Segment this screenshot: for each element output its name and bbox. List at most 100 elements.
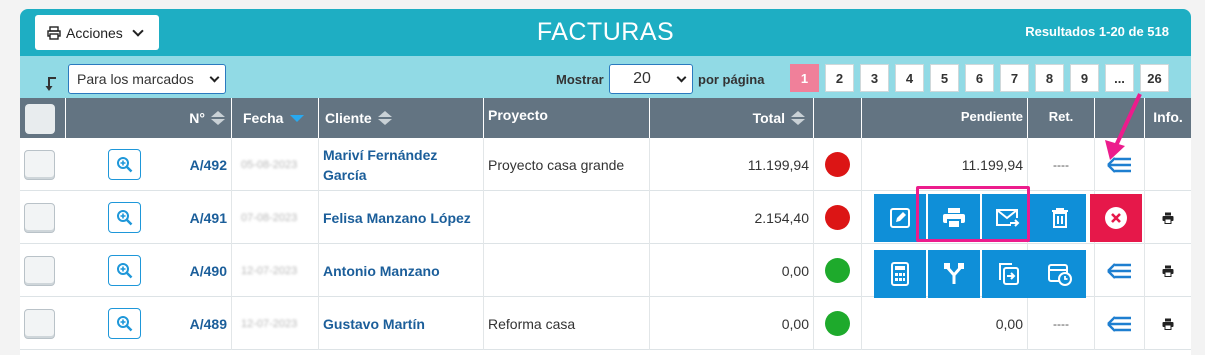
number-cell: A/489 <box>150 297 232 350</box>
info-cell <box>1145 138 1191 191</box>
pending-value: 11.199,94 <box>961 156 1023 173</box>
th-project[interactable]: Proyecto <box>484 98 650 138</box>
total-value: 0,00 <box>781 315 809 332</box>
page-3[interactable]: 3 <box>860 64 889 92</box>
list-arrow-icon[interactable] <box>1106 261 1133 281</box>
printer-icon[interactable] <box>1162 318 1174 330</box>
page-4[interactable]: 4 <box>895 64 924 92</box>
page-6[interactable]: 6 <box>965 64 994 92</box>
row-checkbox[interactable] <box>24 255 55 286</box>
invoice-date: 12-07-2023 <box>241 264 298 277</box>
bulk-action-select[interactable]: Para los marcados <box>68 64 226 94</box>
row-checkbox[interactable] <box>24 202 55 233</box>
per-page-select[interactable]: 20 <box>609 64 693 94</box>
zoom-in-icon <box>117 210 133 226</box>
bend-arrow-icon <box>45 77 56 91</box>
total-cell: 2.154,40 <box>650 191 814 244</box>
project-name: Proyecto casa grande <box>488 156 625 173</box>
bulk-action-value: Para los marcados <box>77 71 194 87</box>
total-value: 0,00 <box>781 262 809 279</box>
fork-button[interactable] <box>928 250 980 298</box>
page-8[interactable]: 8 <box>1035 64 1064 92</box>
ret-cell: ---- <box>1028 297 1095 350</box>
zoom-in-button[interactable] <box>108 255 141 286</box>
invoice-date: 05-08-2023 <box>241 158 298 171</box>
per-page-label: por página <box>698 72 765 87</box>
page-9[interactable]: 9 <box>1070 64 1099 92</box>
th-date-label: Fecha <box>243 110 284 126</box>
page-7[interactable]: 7 <box>1000 64 1029 92</box>
th-ret-label: Ret. <box>1048 109 1074 124</box>
schedule-button[interactable] <box>1034 250 1086 298</box>
total-cell: 0,00 <box>650 244 814 297</box>
total-value: 11.199,94 <box>747 156 809 173</box>
calculator-icon <box>891 262 909 286</box>
pointer-arrow-icon <box>1105 93 1142 160</box>
page-2[interactable]: 2 <box>825 64 854 92</box>
select-cell <box>20 244 66 297</box>
delete-button[interactable] <box>1034 194 1086 242</box>
zoom-in-button[interactable] <box>108 308 141 339</box>
th-ret[interactable]: Ret. <box>1028 98 1095 138</box>
invoice-number-link[interactable]: A/491 <box>190 210 227 226</box>
row-checkbox[interactable] <box>24 149 55 180</box>
project-cell: Proyecto casa grande <box>484 138 650 191</box>
select-cell <box>20 138 66 191</box>
pending-value: 0,00 <box>995 315 1023 332</box>
select-all-checkbox[interactable] <box>25 104 55 134</box>
copy-export-button[interactable] <box>982 250 1034 298</box>
project-cell <box>484 191 650 244</box>
th-client[interactable]: Cliente <box>319 98 484 138</box>
status-cell <box>814 297 862 350</box>
page-last[interactable]: 26 <box>1140 64 1169 92</box>
client-cell: Mariví Fernández García <box>319 138 484 191</box>
zoom-in-button[interactable] <box>108 202 141 233</box>
list-arrow-icon[interactable] <box>1106 314 1133 334</box>
actions-toggle-cell <box>1095 244 1145 297</box>
status-dot <box>825 311 850 336</box>
client-link[interactable]: Gustavo Martín <box>323 314 425 334</box>
invoice-number-link[interactable]: A/489 <box>190 316 227 332</box>
client-cell: Gustavo Martín <box>319 297 484 350</box>
project-cell <box>484 244 650 297</box>
schedule-icon <box>1048 264 1072 286</box>
th-total[interactable]: Total <box>650 98 814 138</box>
date-cell: 12-07-2023 <box>232 244 319 297</box>
page-title: FACTURAS <box>536 18 675 46</box>
close-circle-icon <box>1105 207 1127 229</box>
client-link[interactable]: Antonio Manzano <box>323 261 440 281</box>
pending-cell: 0,00 <box>862 297 1028 350</box>
row-checkbox[interactable] <box>24 308 55 339</box>
th-date[interactable]: Fecha <box>232 98 319 138</box>
invoice-date: 12-07-2023 <box>241 317 298 330</box>
client-cell: Felisa Manzano López <box>319 191 484 244</box>
status-cell <box>814 138 862 191</box>
table-header: N° Fecha Cliente Proyecto Total Pendient… <box>20 98 1191 138</box>
number-cell: A/492 <box>150 138 232 191</box>
zoom-in-button[interactable] <box>108 149 141 180</box>
table-row[interactable]: A/489 12-07-2023 Gustavo Martín Reforma … <box>20 297 1191 350</box>
page-ellipsis[interactable]: ... <box>1105 64 1134 92</box>
calculator-button[interactable] <box>874 250 926 298</box>
page-1[interactable]: 1 <box>790 64 819 92</box>
th-number[interactable]: N° <box>66 98 232 138</box>
printer-icon[interactable] <box>1162 265 1174 277</box>
actions-toggle-cell <box>1095 297 1145 350</box>
project-name: Reforma casa <box>488 315 576 332</box>
th-pending[interactable]: Pendiente <box>862 98 1028 138</box>
th-info[interactable]: Info. <box>1145 98 1191 138</box>
edit-icon <box>890 208 910 228</box>
invoice-number-link[interactable]: A/492 <box>190 157 227 173</box>
page-5[interactable]: 5 <box>930 64 959 92</box>
client-link[interactable]: Mariví Fernández García <box>323 145 483 185</box>
status-dot <box>825 152 850 177</box>
ret-cell: ---- <box>1028 138 1095 191</box>
client-link[interactable]: Felisa Manzano López <box>323 208 471 228</box>
invoice-number-link[interactable]: A/490 <box>190 263 227 279</box>
chevron-down-icon <box>676 72 687 83</box>
status-cell <box>814 244 862 297</box>
info-cell <box>1145 244 1191 297</box>
close-actions-button[interactable] <box>1090 194 1142 242</box>
printer-icon[interactable] <box>1162 212 1174 224</box>
table-row[interactable]: A/492 05-08-2023 Mariví Fernández García… <box>20 138 1191 191</box>
